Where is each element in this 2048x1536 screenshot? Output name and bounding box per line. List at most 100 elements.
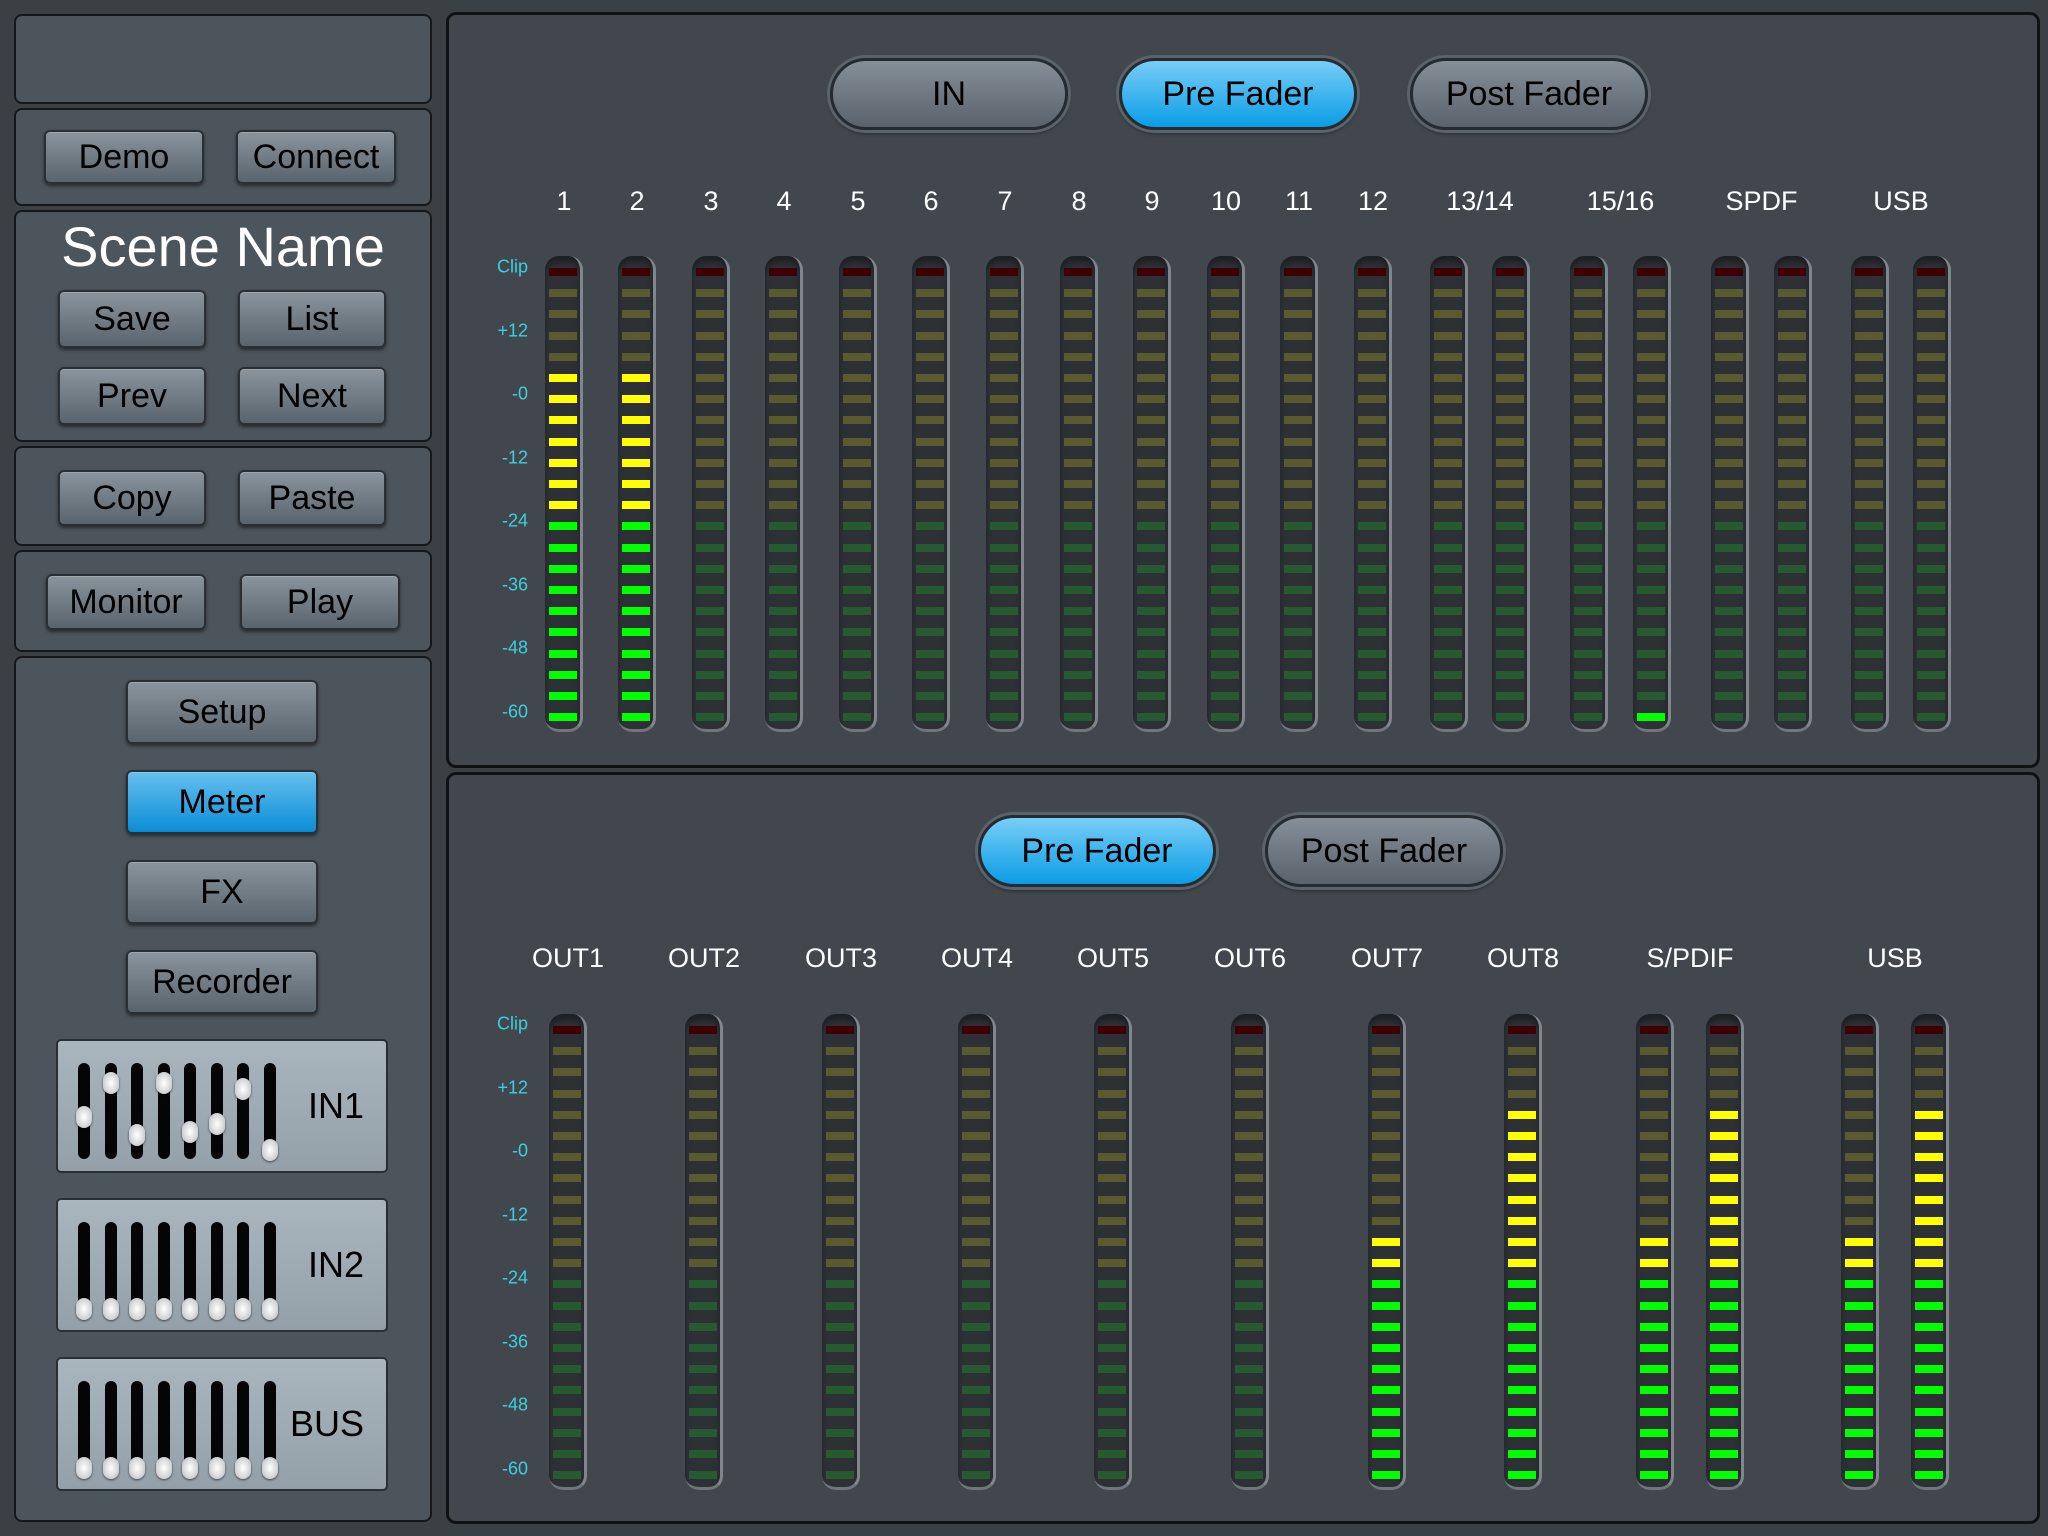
meter-segment-green-off	[916, 692, 944, 700]
list-button[interactable]: List	[238, 290, 386, 348]
meter-segment-green-lit	[1915, 1428, 1943, 1437]
meter-segment-yellow-off	[1211, 458, 1239, 467]
connect-button[interactable]: Connect	[236, 130, 396, 184]
meter-segment-green-off	[1064, 586, 1092, 594]
preset-in2[interactable]: IN2	[56, 1198, 388, 1332]
meter-segment-green-off	[826, 1344, 854, 1352]
fader-track	[208, 1222, 225, 1320]
meter-segment-green-off	[1855, 522, 1883, 531]
fader-knob	[102, 1457, 119, 1479]
output-scale-label: -0	[511, 1140, 528, 1161]
meter-segment-green-lit	[1372, 1301, 1400, 1310]
meter-segment-yellow-lit	[549, 501, 577, 510]
meter-segment-yellow-off	[1574, 331, 1602, 340]
monitor-button[interactable]: Monitor	[46, 574, 206, 630]
meter-segment-yellow-off	[1434, 501, 1462, 510]
meter-segment-clip-off	[1715, 268, 1743, 276]
next-button[interactable]: Next	[238, 367, 386, 425]
meter-segment-green-off	[1637, 628, 1665, 637]
meter-segment-green-off	[962, 1428, 990, 1437]
meter-segment-yellow-off	[696, 480, 724, 488]
output-channel-label: USB	[1867, 943, 1923, 973]
meter-segment-green-lit	[549, 607, 577, 616]
output-meter-out2	[685, 1014, 723, 1490]
demo-button[interactable]: Demo	[44, 130, 204, 184]
fader-knob	[261, 1457, 278, 1479]
meter-segment-green-off	[1284, 543, 1312, 552]
meter-segment-green-lit	[1710, 1386, 1738, 1395]
input-meter-15-16-l	[1570, 256, 1608, 732]
meter-segment-yellow-lit	[1372, 1238, 1400, 1246]
meter-segment-green-lit	[549, 649, 577, 658]
fader-track	[208, 1063, 225, 1159]
save-button[interactable]: Save	[58, 290, 206, 348]
meter-segment-green-lit	[1710, 1280, 1738, 1289]
meter-segment-yellow-off	[1637, 395, 1665, 404]
nav-setup-button[interactable]: Setup	[126, 680, 318, 744]
meter-segment-yellow-off	[622, 352, 650, 361]
meter-segment-green-off	[1137, 607, 1165, 616]
meter-segment-yellow-off	[1640, 1089, 1668, 1098]
input-tab-post-fader[interactable]: Post Fader	[1410, 58, 1648, 130]
output-tab-post-fader[interactable]: Post Fader	[1265, 815, 1503, 887]
preset-in1[interactable]: IN1	[56, 1039, 388, 1173]
meter-segment-green-lit	[1508, 1301, 1536, 1310]
meter-segment-yellow-off	[1434, 289, 1462, 298]
fader-knob	[235, 1298, 251, 1320]
meter-segment-yellow-off	[1434, 480, 1462, 488]
meter-segment-green-lit	[1372, 1450, 1400, 1458]
paste-button[interactable]: Paste	[238, 470, 386, 526]
meter-segment-yellow-off	[1574, 395, 1602, 404]
meter-segment-yellow-off	[689, 1195, 717, 1204]
meter-segment-green-off	[1917, 670, 1945, 679]
output-meter-usb-l	[1841, 1014, 1879, 1490]
input-tab-in[interactable]: IN	[830, 58, 1068, 130]
fader-track	[76, 1381, 92, 1479]
meter-segment-yellow-off	[1715, 458, 1743, 467]
copy-button[interactable]: Copy	[58, 470, 206, 526]
meter-segment-yellow-off	[1284, 480, 1312, 488]
meter-segment-green-lit	[622, 586, 650, 594]
meter-segment-yellow-off	[1098, 1132, 1126, 1140]
meter-segment-green-off	[1235, 1428, 1263, 1437]
meter-segment-green-off	[769, 628, 797, 637]
meter-segment-green-lit	[1845, 1471, 1873, 1480]
meter-segment-green-off	[1137, 543, 1165, 552]
meter-segment-green-off	[553, 1407, 581, 1416]
prev-button[interactable]: Prev	[58, 367, 206, 425]
meter-segment-green-off	[1496, 543, 1524, 552]
output-meter-out1	[549, 1014, 587, 1490]
meter-segment-yellow-off	[1372, 1153, 1400, 1162]
play-button[interactable]: Play	[240, 574, 400, 630]
meter-segment-green-off	[1917, 607, 1945, 616]
meter-segment-green-lit	[549, 670, 577, 679]
meter-segment-green-lit	[1372, 1386, 1400, 1395]
meter-segment-yellow-off	[1098, 1259, 1126, 1268]
meter-segment-yellow-lit	[1508, 1238, 1536, 1246]
input-tab-pre-fader[interactable]: Pre Fader	[1119, 58, 1357, 130]
meter-segment-green-off	[553, 1450, 581, 1458]
output-scale-label: -12	[501, 1204, 528, 1225]
meter-segment-green-off	[1715, 543, 1743, 552]
meter-segment-yellow-lit	[1915, 1195, 1943, 1204]
meter-segment-green-off	[1284, 564, 1312, 573]
nav-fx-button[interactable]: FX	[126, 860, 318, 924]
meter-segment-green-off	[1211, 607, 1239, 616]
nav-recorder-button[interactable]: Recorder	[126, 950, 318, 1014]
preset-bus[interactable]: BUS	[56, 1357, 388, 1491]
meter-segment-yellow-off	[1235, 1259, 1263, 1268]
fader-track	[261, 1063, 278, 1161]
meter-segment-yellow-off	[553, 1216, 581, 1225]
meter-segment-yellow-off	[962, 1068, 990, 1077]
meter-segment-green-off	[689, 1407, 717, 1416]
meter-segment-yellow-off	[1137, 501, 1165, 510]
meter-segment-yellow-off	[1640, 1132, 1668, 1140]
meter-segment-green-lit	[549, 713, 577, 722]
nav-meter-button[interactable]: Meter	[126, 770, 318, 834]
meter-segment-yellow-off	[1235, 1089, 1263, 1098]
output-tab-pre-fader[interactable]: Pre Fader	[978, 815, 1216, 887]
meter-segment-green-off	[1917, 692, 1945, 700]
meter-segment-green-off	[1434, 543, 1462, 552]
meter-segment-green-lit	[622, 628, 650, 637]
meter-segment-green-off	[962, 1344, 990, 1352]
